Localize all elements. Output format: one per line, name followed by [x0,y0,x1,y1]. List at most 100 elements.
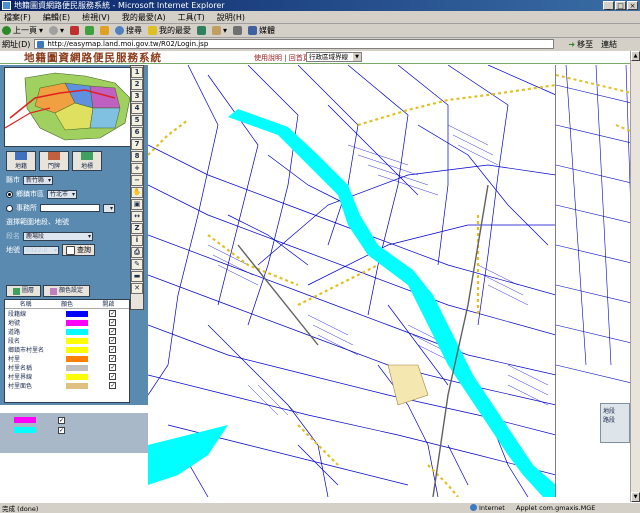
clear-icon[interactable]: ✕ [131,283,143,294]
minimize-button[interactable]: _ [603,1,614,10]
menu-tools[interactable]: 工具(T) [178,12,205,23]
home-button[interactable] [100,26,110,35]
legend-visibility-checkbox[interactable]: ✓ [109,337,117,344]
fullextent-icon[interactable]: ▣ [131,199,143,210]
search-tabs: 地籍 門牌 地標 [6,151,102,171]
address-input[interactable]: http://easymap.land.moi.gov.tw/R02/Login… [34,39,555,49]
legend-visibility-checkbox[interactable]: ✓ [109,346,117,353]
query-icon [66,245,75,255]
back-button[interactable]: 上一頁 ▾ [2,25,43,36]
history-button[interactable] [197,26,207,35]
county-select[interactable]: 新竹縣 [23,175,54,185]
scroll-down-icon[interactable]: ▼ [631,492,640,502]
menu-view[interactable]: 檢視(V) [82,12,110,23]
query-button[interactable]: 查詢 [62,244,95,256]
header-links[interactable]: 使用說明 | 回首頁 [254,53,310,63]
legend-visibility-checkbox[interactable]: ✓ [109,310,117,317]
refresh-button[interactable] [85,26,95,35]
zoom-out-icon[interactable]: − [131,175,143,186]
legend-visibility-checkbox[interactable]: ✓ [109,355,117,362]
tab-layers[interactable]: 圖層 [6,285,42,297]
option2-radio[interactable] [6,204,13,212]
go-button[interactable]: ➜ 移至 [568,39,593,50]
legend-visibility-checkbox[interactable]: ✓ [109,319,117,326]
legend-visibility-checkbox[interactable]: ✓ [109,373,117,380]
legend-color-swatch[interactable] [65,382,88,389]
favorites-button[interactable]: 我的最愛 [148,25,191,36]
office-dropdown[interactable] [103,203,115,213]
office-input[interactable] [40,204,100,212]
legend-visibility-checkbox[interactable]: ✓ [109,328,117,335]
county-label: 縣市 [6,176,20,184]
right-info-row-2: 路段 [603,417,616,424]
tool-button-7[interactable]: 7 [131,139,143,150]
print-button[interactable] [233,26,243,35]
legend-color-cell [56,337,96,344]
menu-edit[interactable]: 編輯(E) [43,12,70,23]
pan-icon[interactable]: ✋ [131,187,143,198]
menu-favorites[interactable]: 我的最愛(A) [122,12,166,23]
legend-visibility-cell: ✓ [97,364,129,371]
print-map-icon[interactable]: ⎙ [131,247,143,258]
legend-color-cell [56,328,96,335]
landno-input[interactable]: 0322-0 [23,245,59,255]
search-button[interactable]: 搜尋 [115,25,142,36]
legend-visibility-checkbox[interactable]: ✓ [109,364,117,371]
legend-color-swatch[interactable] [65,337,88,344]
legend-color-swatch[interactable] [65,346,88,353]
legend-color-swatch[interactable] [65,328,88,335]
tool-button-8[interactable]: 8 [131,151,143,162]
forward-button[interactable]: ▾ [49,26,64,35]
zoom-in-icon[interactable]: + [131,163,143,174]
identify-icon[interactable]: i [131,235,143,246]
menu-file[interactable]: 檔案(F) [4,12,31,23]
address-bar: 網址(D) http://easymap.land.moi.gov.tw/R02… [0,38,640,50]
cadastral-icon [15,152,27,160]
tab-landmark[interactable]: 地標 [72,151,102,171]
menu-help[interactable]: 說明(H) [217,12,245,23]
vertical-scrollbar[interactable]: ▲ ▼ [630,51,640,502]
overview-map[interactable] [4,67,144,147]
tab-landmark-label: 地標 [80,163,93,170]
tool-button-6[interactable]: 6 [131,127,143,138]
legend-color-swatch[interactable] [65,310,88,317]
tool-button-2[interactable]: 2 [131,79,143,90]
maximize-button[interactable]: □ [615,1,626,10]
scroll-up-icon[interactable]: ▲ [631,51,640,61]
security-zone: Internet [470,504,516,512]
mail-button[interactable]: ▾ [212,26,227,35]
palette-icon [50,287,58,295]
stop-button[interactable] [70,26,80,35]
legend-visibility-cell: ✓ [97,355,129,362]
tool-button-5[interactable]: 5 [131,115,143,126]
tab-cadastral[interactable]: 地籍 [6,151,36,171]
legend-color-swatch[interactable] [65,373,88,380]
legend-color-swatch[interactable] [65,319,88,326]
close-button[interactable]: × [627,1,638,10]
media-button[interactable]: 媒體 [248,25,275,36]
map-canvas[interactable] [148,65,556,497]
pencil-icon[interactable]: ✎ [131,259,143,270]
legend-visibility-checkbox[interactable]: ✓ [109,382,117,389]
tab-color-settings[interactable]: 顏色設定 [43,285,91,297]
legend-row: 村里面色 ✓ [5,381,129,390]
tool-button-4[interactable]: 4 [131,103,143,114]
layer-select[interactable]: 行政區域界線 ▼ [306,52,362,62]
zoom-z-icon[interactable]: Z [131,223,143,234]
legend-layer-name: 村里 [8,356,21,363]
township-select[interactable]: 竹北市 [47,189,78,199]
tool-button-1[interactable]: 1 [131,67,143,78]
tool-button-3[interactable]: 3 [131,91,143,102]
legend-color-swatch[interactable] [65,355,88,362]
option1-radio[interactable] [6,190,13,198]
window-controls: _ □ × [603,1,638,10]
section-select[interactable]: 鹿場段 [23,231,93,241]
links-button[interactable]: 連結 [601,39,617,50]
legend-col-color: 顏色 [60,301,73,308]
print-icon [233,26,243,35]
ruler-icon[interactable]: ▬ [131,271,143,282]
tab-doorplate[interactable]: 門牌 [39,151,69,171]
forward-arrow-icon [49,26,59,35]
measure-icon[interactable]: ↔ [131,211,143,222]
legend-color-swatch[interactable] [65,364,88,371]
